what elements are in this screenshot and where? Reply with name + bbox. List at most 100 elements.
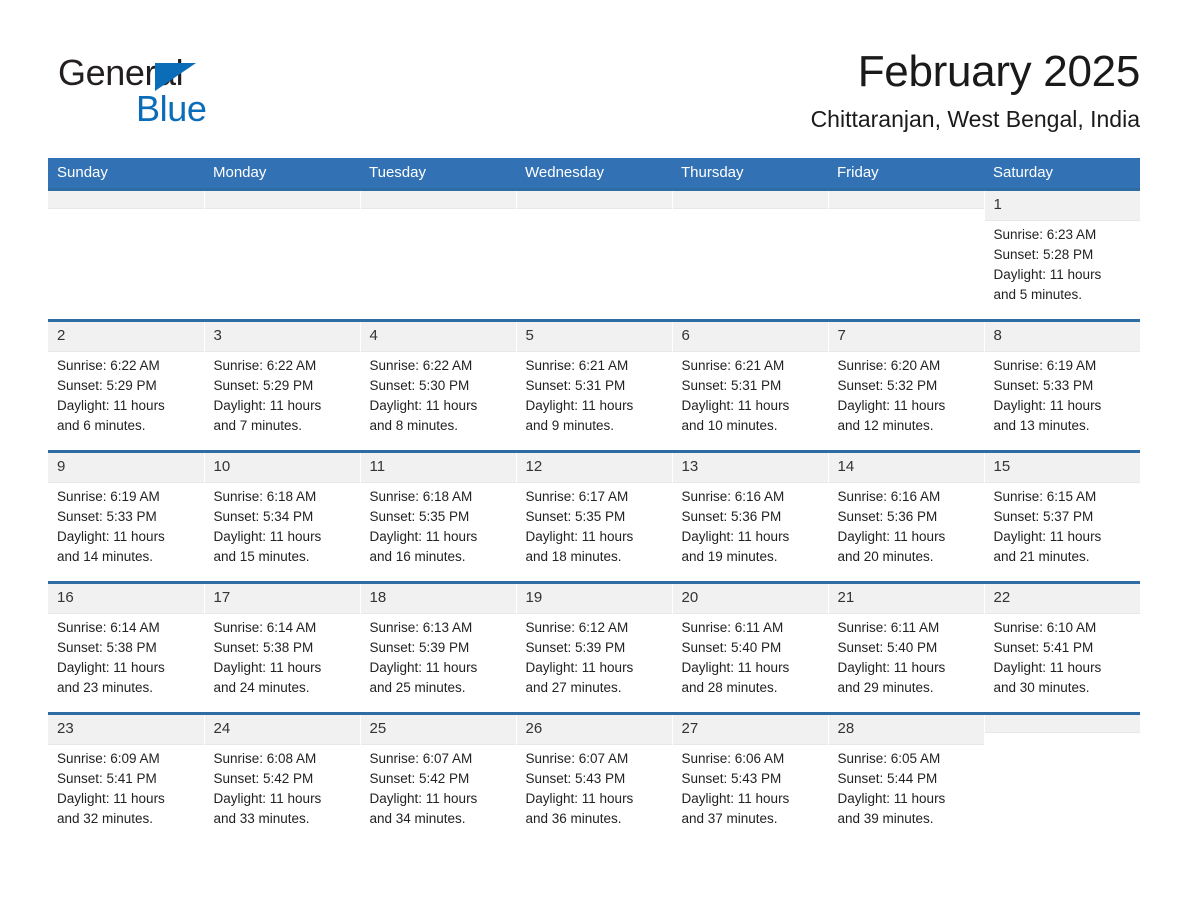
page-title: February 2025 bbox=[857, 47, 1141, 96]
calendar-cell-day[interactable]: 8 Sunrise: 6:19 AM Sunset: 5:33 PM Daylight… bbox=[984, 319, 1141, 452]
day-details: Sunrise: 6:22 AM Sunset: 5:30 PM Daylight:… bbox=[361, 352, 516, 436]
daylight-duration-line1: Daylight: 11 hours bbox=[369, 529, 478, 544]
calendar-cell-day[interactable]: 15 Sunrise: 6:15 AM Sunset: 5:37 PM Dayligh… bbox=[984, 450, 1141, 583]
day-details: Sunrise: 6:06 AM Sunset: 5:43 PM Daylight:… bbox=[673, 745, 828, 829]
calendar-cell-day[interactable]: 23 Sunrise: 6:09 AM Sunset: 5:41 PM Dayligh… bbox=[48, 712, 205, 845]
sunset-time: Sunset: 5:42 PM bbox=[213, 771, 314, 786]
calendar-cell-day[interactable]: 18 Sunrise: 6:13 AM Sunset: 5:39 PM Dayligh… bbox=[360, 581, 517, 714]
sunrise-time: Sunrise: 6:21 AM bbox=[525, 358, 629, 373]
calendar-body: 1 Sunrise: 6:23 AM Sunset: 5:28 PM Daylight… bbox=[48, 188, 1141, 845]
calendar-cell-day[interactable]: 21 Sunrise: 6:11 AM Sunset: 5:40 PM Dayligh… bbox=[828, 581, 985, 714]
sunrise-time: Sunrise: 6:20 AM bbox=[837, 358, 941, 373]
day-number: 23 bbox=[48, 716, 203, 745]
calendar-cell-day[interactable]: 4 Sunrise: 6:22 AM Sunset: 5:30 PM Daylight… bbox=[360, 319, 517, 452]
calendar-cell-day[interactable]: 16 Sunrise: 6:14 AM Sunset: 5:38 PM Dayligh… bbox=[48, 581, 205, 714]
sunrise-time: Sunrise: 6:19 AM bbox=[57, 489, 160, 504]
daylight-duration-line2: and 37 minutes. bbox=[681, 811, 778, 826]
sunset-time: Sunset: 5:35 PM bbox=[369, 509, 470, 524]
generalblue-logo[interactable]: General Blue bbox=[58, 52, 318, 130]
calendar-cell-day[interactable]: 19 Sunrise: 6:12 AM Sunset: 5:39 PM Dayligh… bbox=[516, 581, 673, 714]
daylight-duration-line1: Daylight: 11 hours bbox=[681, 529, 790, 544]
sunset-time: Sunset: 5:40 PM bbox=[837, 640, 938, 655]
calendar-cell-day[interactable]: 17 Sunrise: 6:14 AM Sunset: 5:38 PM Dayligh… bbox=[204, 581, 361, 714]
daylight-duration-line1: Daylight: 11 hours bbox=[993, 398, 1102, 413]
day-number: 4 bbox=[360, 323, 515, 352]
calendar-cell-day[interactable]: 12 Sunrise: 6:17 AM Sunset: 5:35 PM Dayligh… bbox=[516, 450, 673, 583]
calendar-cell-day[interactable]: 25 Sunrise: 6:07 AM Sunset: 5:42 PM Dayligh… bbox=[360, 712, 517, 845]
daylight-duration-line2: and 5 minutes. bbox=[993, 287, 1083, 302]
calendar-cell-day[interactable]: 26 Sunrise: 6:07 AM Sunset: 5:43 PM Dayligh… bbox=[516, 712, 673, 845]
day-number: 15 bbox=[984, 454, 1140, 483]
sunrise-time: Sunrise: 6:22 AM bbox=[369, 358, 473, 373]
sunrise-time: Sunrise: 6:09 AM bbox=[57, 751, 160, 766]
logo-text-blue: Blue bbox=[136, 88, 207, 129]
daylight-duration-line1: Daylight: 11 hours bbox=[525, 398, 634, 413]
calendar-cell-day[interactable]: 27 Sunrise: 6:06 AM Sunset: 5:43 PM Dayligh… bbox=[672, 712, 829, 845]
calendar-week-row: 9 Sunrise: 6:19 AM Sunset: 5:33 PM Daylight… bbox=[48, 450, 1141, 583]
calendar-cell-day[interactable]: 9 Sunrise: 6:19 AM Sunset: 5:33 PM Daylight… bbox=[48, 450, 205, 583]
calendar-cell-day[interactable]: 5 Sunrise: 6:21 AM Sunset: 5:31 PM Daylight… bbox=[516, 319, 673, 452]
sunset-time: Sunset: 5:36 PM bbox=[837, 509, 938, 524]
daylight-duration-line1: Daylight: 11 hours bbox=[837, 529, 946, 544]
calendar-cell-day[interactable]: 14 Sunrise: 6:16 AM Sunset: 5:36 PM Dayligh… bbox=[828, 450, 985, 583]
sunset-time: Sunset: 5:33 PM bbox=[57, 509, 157, 524]
calendar-week-row: 23 Sunrise: 6:09 AM Sunset: 5:41 PM Dayligh… bbox=[48, 712, 1140, 845]
day-details: Sunrise: 6:22 AM Sunset: 5:29 PM Daylight:… bbox=[48, 352, 203, 436]
calendar-cell-day[interactable]: 2 Sunrise: 6:22 AM Sunset: 5:29 PM Daylight… bbox=[48, 319, 205, 452]
calendar-cell-day[interactable]: 7 Sunrise: 6:20 AM Sunset: 5:32 PM Daylight… bbox=[828, 319, 985, 452]
sunset-time: Sunset: 5:28 PM bbox=[993, 247, 1094, 262]
weekday-header-saturday: Saturday bbox=[984, 158, 1140, 190]
day-number bbox=[672, 192, 827, 209]
location-subtitle: Chittaranjan, West Bengal, India bbox=[810, 106, 1140, 132]
daylight-duration-line2: and 29 minutes. bbox=[837, 680, 934, 695]
daylight-duration-line2: and 12 minutes. bbox=[837, 418, 934, 433]
day-number: 2 bbox=[48, 323, 203, 352]
calendar-cell-day[interactable]: 20 Sunrise: 6:11 AM Sunset: 5:40 PM Dayligh… bbox=[672, 581, 829, 714]
blue-triangle-icon bbox=[155, 63, 196, 91]
calendar-cell-day[interactable]: 24 Sunrise: 6:08 AM Sunset: 5:42 PM Dayligh… bbox=[204, 712, 361, 845]
daylight-duration-line2: and 39 minutes. bbox=[837, 811, 934, 826]
day-number: 12 bbox=[516, 454, 671, 483]
daylight-duration-line1: Daylight: 11 hours bbox=[213, 660, 322, 675]
daylight-duration-line1: Daylight: 11 hours bbox=[681, 791, 790, 806]
calendar-cell-day[interactable]: 3 Sunrise: 6:22 AM Sunset: 5:29 PM Daylight… bbox=[204, 319, 361, 452]
weekday-header-sunday: Sunday bbox=[48, 158, 204, 190]
day-number bbox=[516, 192, 671, 209]
day-number bbox=[984, 716, 1140, 733]
day-number: 11 bbox=[360, 454, 515, 483]
day-details: Sunrise: 6:19 AM Sunset: 5:33 PM Daylight:… bbox=[985, 352, 1141, 436]
sunset-time: Sunset: 5:31 PM bbox=[525, 378, 626, 393]
daylight-duration-line1: Daylight: 11 hours bbox=[993, 267, 1102, 282]
calendar-cell-day[interactable]: 1 Sunrise: 6:23 AM Sunset: 5:28 PM Daylight… bbox=[984, 188, 1141, 321]
sunrise-time: Sunrise: 6:21 AM bbox=[681, 358, 785, 373]
sunset-time: Sunset: 5:34 PM bbox=[213, 509, 314, 524]
calendar-cell-day[interactable]: 6 Sunrise: 6:21 AM Sunset: 5:31 PM Daylight… bbox=[672, 319, 829, 452]
calendar-page: General Blue February 2025 Chittaranjan,… bbox=[0, 0, 1188, 918]
day-number: 16 bbox=[48, 585, 203, 614]
daylight-duration-line1: Daylight: 11 hours bbox=[993, 529, 1102, 544]
daylight-duration-line1: Daylight: 11 hours bbox=[213, 791, 322, 806]
daylight-duration-line1: Daylight: 11 hours bbox=[57, 660, 165, 675]
weekday-header-wednesday: Wednesday bbox=[516, 158, 672, 190]
sunrise-time: Sunrise: 6:06 AM bbox=[681, 751, 785, 766]
day-number: 28 bbox=[828, 716, 983, 745]
calendar-cell-day[interactable]: 11 Sunrise: 6:18 AM Sunset: 5:35 PM Dayligh… bbox=[360, 450, 517, 583]
calendar-cell-empty bbox=[48, 188, 205, 321]
calendar-cell-empty bbox=[984, 712, 1140, 845]
calendar-cell-day[interactable]: 10 Sunrise: 6:18 AM Sunset: 5:34 PM Dayligh… bbox=[204, 450, 361, 583]
calendar-week-row: 2 Sunrise: 6:22 AM Sunset: 5:29 PM Daylight… bbox=[48, 319, 1141, 452]
day-details: Sunrise: 6:09 AM Sunset: 5:41 PM Daylight:… bbox=[48, 745, 203, 829]
sunset-time: Sunset: 5:37 PM bbox=[993, 509, 1094, 524]
day-details: Sunrise: 6:15 AM Sunset: 5:37 PM Daylight:… bbox=[985, 483, 1141, 567]
calendar-cell-day[interactable]: 22 Sunrise: 6:10 AM Sunset: 5:41 PM Dayligh… bbox=[984, 581, 1140, 714]
sunrise-time: Sunrise: 6:13 AM bbox=[369, 620, 473, 635]
day-number: 18 bbox=[360, 585, 515, 614]
daylight-duration-line2: and 9 minutes. bbox=[525, 418, 615, 433]
day-number: 27 bbox=[672, 716, 827, 745]
day-details: Sunrise: 6:07 AM Sunset: 5:43 PM Daylight:… bbox=[517, 745, 672, 829]
calendar-cell-day[interactable]: 13 Sunrise: 6:16 AM Sunset: 5:36 PM Dayligh… bbox=[672, 450, 829, 583]
daylight-duration-line1: Daylight: 11 hours bbox=[681, 660, 790, 675]
day-details: Sunrise: 6:23 AM Sunset: 5:28 PM Daylight:… bbox=[985, 221, 1141, 305]
daylight-duration-line1: Daylight: 11 hours bbox=[369, 660, 478, 675]
calendar-cell-day[interactable]: 28 Sunrise: 6:05 AM Sunset: 5:44 PM Dayligh… bbox=[828, 712, 985, 845]
